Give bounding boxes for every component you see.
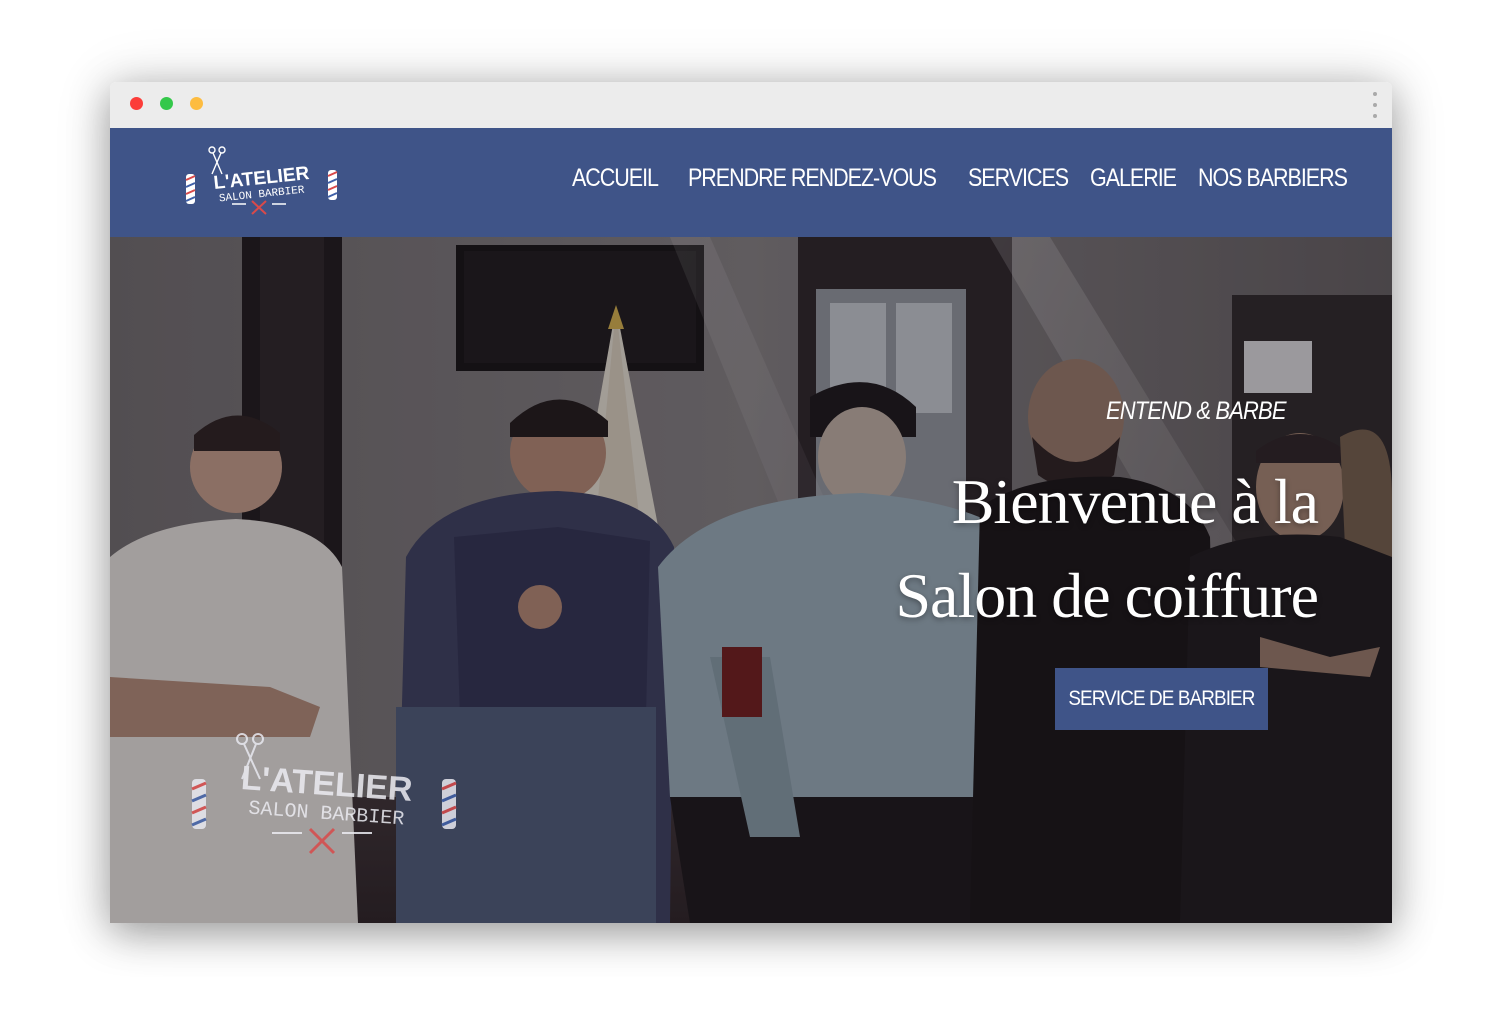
- nav-item-services[interactable]: SERVICES: [968, 164, 1069, 193]
- nav-item-accueil[interactable]: ACCUEIL: [572, 164, 659, 193]
- barber-pole-icon: [185, 174, 196, 204]
- watermark-logo: L'ATELIER SALON BARBIER: [191, 733, 457, 855]
- hero-headline: Bienvenue à la Salon de coiffure: [758, 455, 1319, 643]
- minimize-window-button[interactable]: [190, 97, 203, 110]
- hero-headline-line-2: Salon de coiffure: [895, 560, 1319, 631]
- zoom-window-button[interactable]: [160, 97, 173, 110]
- site-header: L'ATELIER SALON BARBIER ACCUEIL PRENDRE …: [110, 128, 1392, 237]
- barber-pole-icon: [441, 779, 457, 829]
- nav-item-nos-barbiers[interactable]: NOS BARBIERS: [1198, 164, 1348, 193]
- close-window-button[interactable]: [130, 97, 143, 110]
- barber-pole-icon: [327, 170, 338, 200]
- service-de-barbier-label: SERVICE DE BARBIER: [1068, 687, 1255, 710]
- browser-window: L'ATELIER SALON BARBIER ACCUEIL PRENDRE …: [110, 82, 1392, 923]
- crossed-razors-icon: [251, 200, 267, 215]
- more-options-icon[interactable]: [1372, 92, 1378, 118]
- barber-pole-icon: [191, 779, 207, 829]
- nav-item-galerie[interactable]: GALERIE: [1090, 164, 1177, 193]
- scissors-icon: [208, 146, 226, 175]
- service-de-barbier-button[interactable]: SERVICE DE BARBIER: [1055, 668, 1268, 730]
- crossed-razors-icon: [308, 827, 336, 855]
- hero-section: L'ATELIER SALON BARBIER ENTEND & BARBE B…: [110, 237, 1392, 923]
- main-navigation: ACCUEIL PRENDRE RENDEZ-VOUS SERVICES GAL…: [572, 164, 1348, 193]
- hero-headline-line-1: Bienvenue à la: [951, 466, 1319, 537]
- hero-eyebrow: ENTEND & BARBE: [1106, 397, 1286, 425]
- browser-title-bar: [110, 82, 1392, 129]
- site-logo[interactable]: L'ATELIER SALON BARBIER: [182, 144, 342, 220]
- nav-item-prendre-rendez-vous[interactable]: PRENDRE RENDEZ-VOUS: [688, 164, 937, 193]
